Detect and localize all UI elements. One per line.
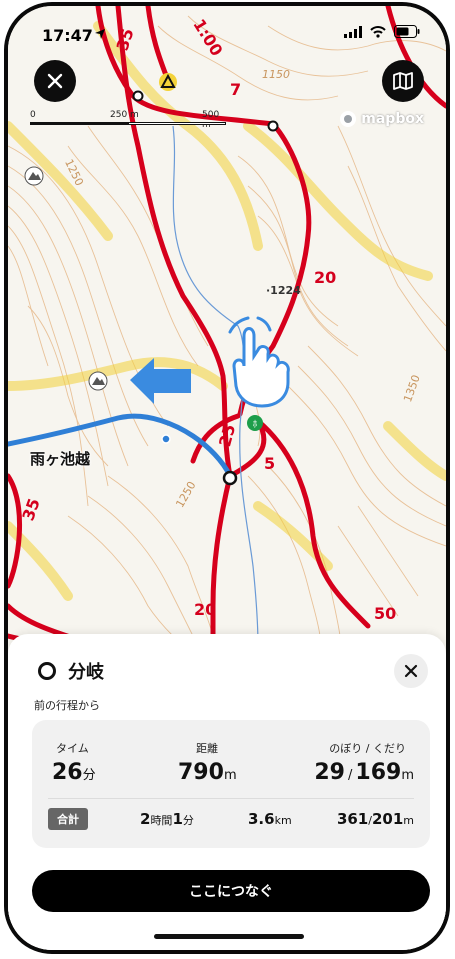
distance-unit: m [223, 768, 237, 783]
waypoint[interactable] [132, 90, 144, 102]
selected-junction[interactable] [222, 470, 238, 486]
connect-here-button[interactable]: ここにつなぐ [32, 870, 430, 912]
sheet-header: 分岐 [38, 658, 104, 684]
place-label: 雨ヶ池越 [30, 450, 91, 468]
distance-number: 790 [178, 760, 224, 785]
stats-divider [48, 798, 414, 799]
total-time: 2時間1分 [140, 810, 194, 828]
mountain-icon [24, 166, 44, 186]
battery-icon [394, 25, 420, 38]
mapbox-logo[interactable]: mapbox [339, 110, 424, 128]
scale-line-segment [128, 122, 226, 125]
total-distance-unit: km [274, 814, 292, 827]
mapbox-text: mapbox [361, 111, 424, 127]
wifi-icon [370, 25, 386, 38]
route-time-label: 50 [374, 604, 397, 623]
scale-label: 500 m [202, 110, 220, 130]
time-value: 26分 [52, 760, 96, 785]
route-time-label: 7 [230, 80, 242, 99]
time-unit: 分 [82, 768, 96, 783]
updown-unit: m [401, 768, 414, 783]
close-icon [47, 73, 63, 89]
status-time: 17:47 [42, 26, 93, 45]
scale-bar: 0 250 m 500 m [30, 110, 230, 136]
down-number: 169 [355, 760, 402, 785]
total-updown-unit: m [403, 814, 414, 827]
updown-label: のぼり / くだり [329, 742, 406, 755]
trailhead-icon[interactable]: ﾎ [247, 415, 263, 431]
total-badge: 合計 [48, 808, 88, 830]
mountain-icon [88, 371, 108, 391]
stats-card: タイム 26分 距離 790m のぼり / くだり 29/169m 合計 2時間… [32, 720, 430, 848]
total-distance: 3.6km [248, 810, 292, 828]
signal-icon [344, 25, 362, 38]
screen: ﾎ 35 1:00 7 20 25 5 35 20 50 1150 1250 1… [4, 2, 450, 954]
waypoint-ring-icon [38, 662, 56, 680]
close-icon [404, 664, 418, 678]
total-distance-number: 3.6 [248, 810, 275, 828]
updown-separator: / [348, 768, 353, 783]
close-map-button[interactable] [34, 60, 76, 102]
sheet-subtitle: 前の行程から [34, 699, 100, 712]
total-up: 361 [336, 810, 369, 828]
status-icons [344, 25, 420, 38]
close-sheet-button[interactable] [394, 654, 428, 688]
phone: ﾎ 35 1:00 7 20 25 5 35 20 50 1150 1250 1… [0, 0, 455, 959]
contour-label: 1150 [262, 68, 290, 81]
waypoint[interactable] [267, 120, 279, 132]
time-number: 26 [52, 760, 83, 785]
scale-label: 250 m [110, 110, 139, 120]
svg-text:ﾎ: ﾎ [253, 419, 258, 430]
total-minutes: 1 [172, 810, 183, 828]
total-updown: 361/201m [337, 810, 414, 828]
track-point [161, 434, 171, 444]
scale-label: 0 [30, 110, 36, 120]
route-time-label: 20 [314, 268, 337, 287]
status-bar: 17:47 [8, 6, 446, 58]
summit-icon[interactable] [159, 73, 177, 91]
bottom-sheet: 分岐 前の行程から タイム 26分 距離 790m のぼり / くだり 29 /… [8, 634, 446, 950]
updown-value: 29/169m [314, 760, 414, 785]
route-time-label: 20 [194, 600, 217, 619]
total-hours: 2 [140, 810, 151, 828]
map-layers-button[interactable] [382, 60, 424, 102]
up-number: 29 [314, 760, 345, 785]
distance-label: 距離 [196, 742, 218, 755]
map-icon [393, 72, 413, 90]
route-time-label: 5 [264, 454, 276, 473]
home-indicator [154, 934, 304, 939]
sheet-title: 分岐 [68, 662, 104, 683]
distance-value: 790m [178, 760, 237, 785]
total-minutes-unit: 分 [182, 814, 194, 827]
mapbox-icon [340, 111, 357, 127]
spot-height-label: ·1224 [266, 284, 301, 297]
time-label: タイム [56, 742, 89, 755]
location-arrow-icon [95, 29, 105, 39]
total-down: 201 [371, 810, 404, 828]
total-hours-unit: 時間 [150, 814, 173, 827]
